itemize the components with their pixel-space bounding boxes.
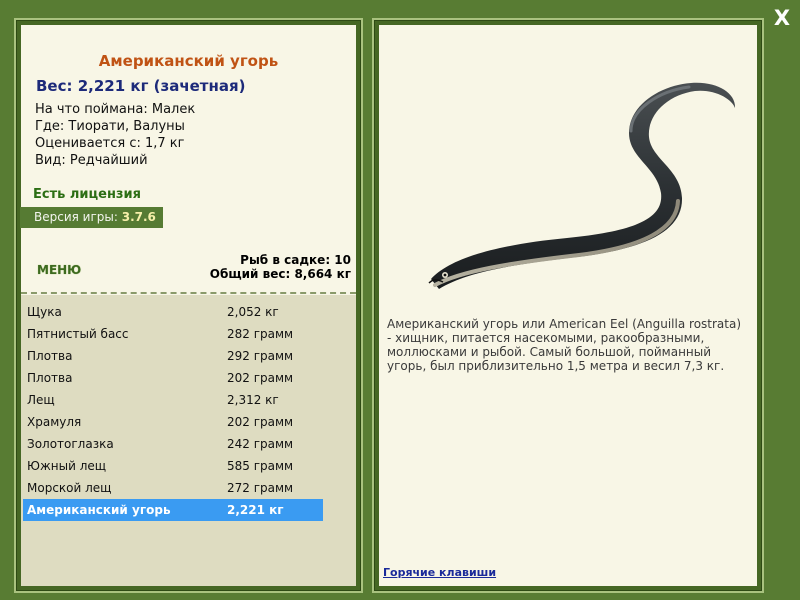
cage-stats: Рыб в садке: 10 Общий вес: 8,664 кг [210, 253, 351, 281]
fish-name: Плотва [27, 349, 73, 363]
bait-info: На что поймана: Малек [35, 102, 196, 117]
fish-title: Американский угорь [98, 52, 279, 70]
list-item[interactable]: Южный лещ 585 грамм [23, 455, 323, 477]
fish-name: Пятнистый басс [27, 327, 129, 341]
fish-name: Плотва [27, 371, 73, 385]
list-item[interactable]: Золотоглазка 242 грамм [23, 433, 323, 455]
fish-name: Лещ [27, 393, 55, 407]
list-item[interactable]: Морской лещ 272 грамм [23, 477, 323, 499]
list-item[interactable]: Плотва 202 грамм [23, 367, 323, 389]
fish-weight: 292 грамм [227, 349, 294, 363]
fish-name: Щука [27, 305, 62, 319]
fish-detail-panel: Американский угорь или American Eel (Ang… [379, 25, 757, 586]
fish-weight: 202 грамм [227, 415, 294, 429]
fish-weight: 282 грамм [227, 327, 294, 341]
list-item-selected[interactable]: Американский угорь 2,221 кг [23, 499, 323, 521]
fish-weight: 2,312 кг [227, 393, 279, 407]
list-item[interactable]: Щука 2,052 кг [23, 301, 323, 323]
menu-button[interactable]: МЕНЮ [37, 263, 81, 277]
close-button[interactable]: X [768, 4, 796, 32]
fish-name: Американский угорь [27, 503, 171, 517]
left-frame: Американский угорь Вес: 2,221 кг (зачетн… [14, 18, 363, 593]
version-label: Версия игры: [34, 210, 118, 224]
version-badge: Версия игры: 3.7.6 [20, 207, 163, 228]
divider [21, 292, 356, 294]
location-info: Где: Тиорати, Валуны [35, 119, 185, 134]
list-item[interactable]: Плотва 292 грамм [23, 345, 323, 367]
fish-weight: 272 грамм [227, 481, 294, 495]
rarity-info: Вид: Редчайший [35, 153, 148, 168]
fish-name: Южный лещ [27, 459, 107, 473]
eel-image [428, 82, 736, 289]
total-weight: Общий вес: 8,664 кг [209, 267, 351, 281]
list-item[interactable]: Храмуля 202 грамм [23, 411, 323, 433]
fish-description: Американский угорь или American Eel (Ang… [387, 317, 742, 373]
fish-list: Щука 2,052 кг Пятнистый басс 282 грамм П… [21, 295, 356, 586]
fish-weight: 2,221 кг [227, 503, 284, 517]
hotkeys-link[interactable]: Горячие клавиши [383, 566, 496, 579]
list-item[interactable]: Пятнистый басс 282 грамм [23, 323, 323, 345]
version-value: 3.7.6 [121, 210, 156, 224]
fish-weight: 242 грамм [227, 437, 294, 451]
fish-weight: 585 грамм [227, 459, 294, 473]
catch-info-panel: Американский угорь Вес: 2,221 кг (зачетн… [20, 25, 356, 586]
trophy-threshold-info: Оценивается с: 1,7 кг [35, 136, 185, 151]
fish-weight: 2,052 кг [227, 305, 279, 319]
license-status: Есть лицензия [33, 187, 141, 202]
weight-line: Вес: 2,221 кг (зачетная) [36, 77, 246, 95]
fish-name: Храмуля [27, 415, 82, 429]
catch-details: На что поймана: Малек Где: Тиорати, Валу… [35, 101, 195, 169]
fish-weight: 202 грамм [227, 371, 294, 385]
fish-name: Морской лещ [27, 481, 112, 495]
fish-count: Рыб в садке: 10 [240, 253, 351, 267]
right-frame: Американский угорь или American Eel (Ang… [372, 18, 764, 593]
list-item[interactable]: Лещ 2,312 кг [23, 389, 323, 411]
fish-name: Золотоглазка [27, 437, 114, 451]
